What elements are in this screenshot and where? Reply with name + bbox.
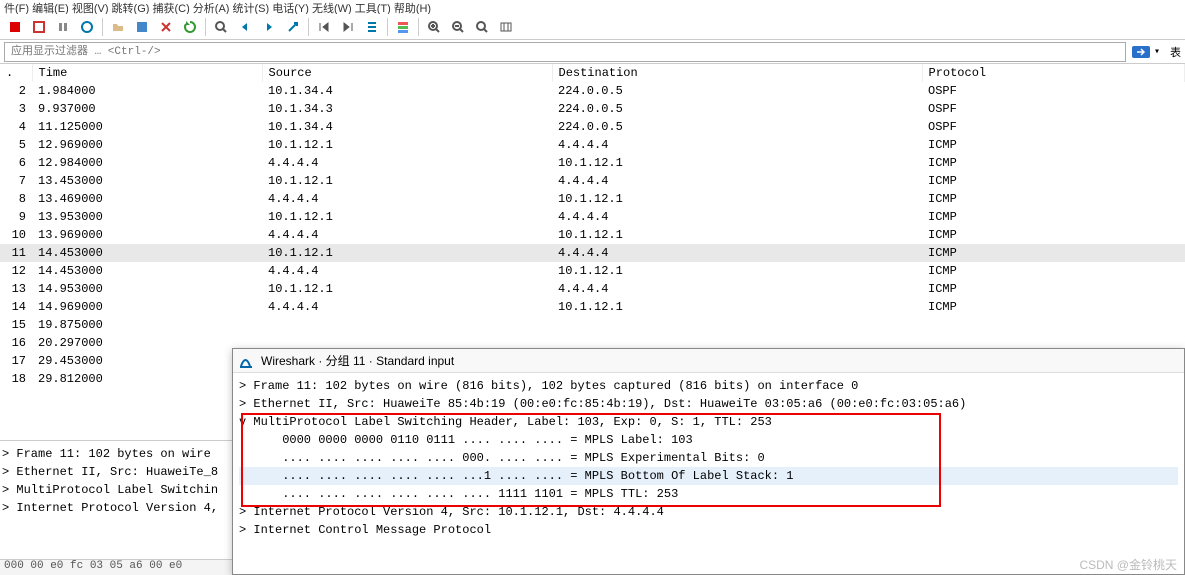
table-row[interactable]: 913.95300010.1.12.14.4.4.4ICMP — [0, 208, 1185, 226]
last-packet-icon[interactable] — [337, 16, 359, 38]
table-row[interactable]: 713.45300010.1.12.14.4.4.4ICMP — [0, 172, 1185, 190]
tree-row[interactable]: > Ethernet II, Src: HuaweiTe_8 — [2, 463, 233, 481]
col-protocol[interactable]: Protocol — [922, 64, 1185, 82]
record-stop-icon[interactable] — [4, 16, 26, 38]
table-row[interactable]: 21.98400010.1.34.4224.0.0.5OSPF — [0, 82, 1185, 100]
separator — [387, 18, 388, 36]
tree-row[interactable]: > Frame 11: 102 bytes on wire (816 bits)… — [239, 377, 1178, 395]
table-row[interactable]: 1314.95300010.1.12.14.4.4.4ICMP — [0, 280, 1185, 298]
separator — [308, 18, 309, 36]
popup-body[interactable]: > Frame 11: 102 bytes on wire (816 bits)… — [233, 373, 1184, 543]
tree-row[interactable]: 0000 0000 0000 0110 0111 .... .... .... … — [239, 431, 1178, 449]
go-back-icon[interactable] — [234, 16, 256, 38]
tree-row[interactable]: .... .... .... .... .... 000. .... .... … — [239, 449, 1178, 467]
separator — [205, 18, 206, 36]
popup-title-text: Wireshark · 分组 11 · Standard input — [261, 352, 454, 369]
first-packet-icon[interactable] — [313, 16, 335, 38]
go-to-icon[interactable] — [282, 16, 304, 38]
capture-options-icon[interactable] — [76, 16, 98, 38]
go-forward-icon[interactable] — [258, 16, 280, 38]
packet-details-popup: Wireshark · 分组 11 · Standard input > Fra… — [232, 348, 1185, 575]
table-row[interactable]: 411.12500010.1.34.4224.0.0.5OSPF — [0, 118, 1185, 136]
close-file-icon[interactable] — [155, 16, 177, 38]
tree-row[interactable]: > Frame 11: 102 bytes on wire — [2, 445, 233, 463]
pause-icon[interactable] — [52, 16, 74, 38]
restart-capture-icon[interactable] — [28, 16, 50, 38]
table-row[interactable]: 39.93700010.1.34.3224.0.0.5OSPF — [0, 100, 1185, 118]
table-row[interactable]: 1013.9690004.4.4.410.1.12.1ICMP — [0, 226, 1185, 244]
filter-apply-icon[interactable]: ▾ — [1126, 45, 1166, 59]
tree-row[interactable]: > MultiProtocol Label Switchin — [2, 481, 233, 499]
zoom-reset-icon[interactable] — [471, 16, 493, 38]
separator — [418, 18, 419, 36]
tree-row[interactable]: .... .... .... .... .... .... 1111 1101 … — [239, 485, 1178, 503]
table-row[interactable]: 512.96900010.1.12.14.4.4.4ICMP — [0, 136, 1185, 154]
col-destination[interactable]: Destination — [552, 64, 922, 82]
tree-row[interactable]: .... .... .... .... .... ...1 .... .... … — [239, 467, 1178, 485]
table-row[interactable]: 1414.9690004.4.4.410.1.12.1ICMP — [0, 298, 1185, 316]
tree-row[interactable]: > Internet Control Message Protocol — [239, 521, 1178, 539]
resize-columns-icon[interactable] — [495, 16, 517, 38]
tree-row[interactable]: > Internet Protocol Version 4, Src: 10.1… — [239, 503, 1178, 521]
find-icon[interactable] — [210, 16, 232, 38]
filter-bar: ▾ 表 — [0, 40, 1185, 64]
table-row[interactable]: 1114.45300010.1.12.14.4.4.4ICMP — [0, 244, 1185, 262]
col-source[interactable]: Source — [262, 64, 552, 82]
menubar[interactable]: 件(F) 编辑(E) 视图(V) 跳转(G) 捕获(C) 分析(A) 统计(S)… — [0, 0, 1185, 14]
reload-icon[interactable] — [179, 16, 201, 38]
tree-row[interactable]: > Ethernet II, Src: HuaweiTe 85:4b:19 (0… — [239, 395, 1178, 413]
packet-list[interactable]: . Time Source Destination Protocol 21.98… — [0, 64, 1185, 388]
table-row[interactable]: 1519.875000 — [0, 316, 1185, 334]
colorize-icon[interactable] — [392, 16, 414, 38]
save-icon[interactable] — [131, 16, 153, 38]
col-no[interactable]: . — [0, 64, 32, 82]
table-row[interactable]: 612.9840004.4.4.410.1.12.1ICMP — [0, 154, 1185, 172]
table-row[interactable]: 813.4690004.4.4.410.1.12.1ICMP — [0, 190, 1185, 208]
popup-titlebar[interactable]: Wireshark · 分组 11 · Standard input — [233, 349, 1184, 373]
display-filter-input[interactable] — [4, 42, 1126, 62]
table-row[interactable]: 1214.4530004.4.4.410.1.12.1ICMP — [0, 262, 1185, 280]
tree-row[interactable]: > Internet Protocol Version 4, — [2, 499, 233, 517]
zoom-in-icon[interactable] — [423, 16, 445, 38]
col-time[interactable]: Time — [32, 64, 262, 82]
zoom-out-icon[interactable] — [447, 16, 469, 38]
open-file-icon[interactable] — [107, 16, 129, 38]
toolbar — [0, 14, 1185, 40]
packet-details-left[interactable]: > Frame 11: 102 bytes on wire> Ethernet … — [0, 440, 236, 575]
tree-row[interactable]: v MultiProtocol Label Switching Header, … — [239, 413, 1178, 431]
expression-label[interactable]: 表 — [1170, 44, 1181, 60]
separator — [102, 18, 103, 36]
wireshark-icon — [239, 353, 255, 369]
auto-scroll-icon[interactable] — [361, 16, 383, 38]
bytes-bar: 000 00 e0 fc 03 05 a6 00 e0 — [0, 559, 236, 575]
